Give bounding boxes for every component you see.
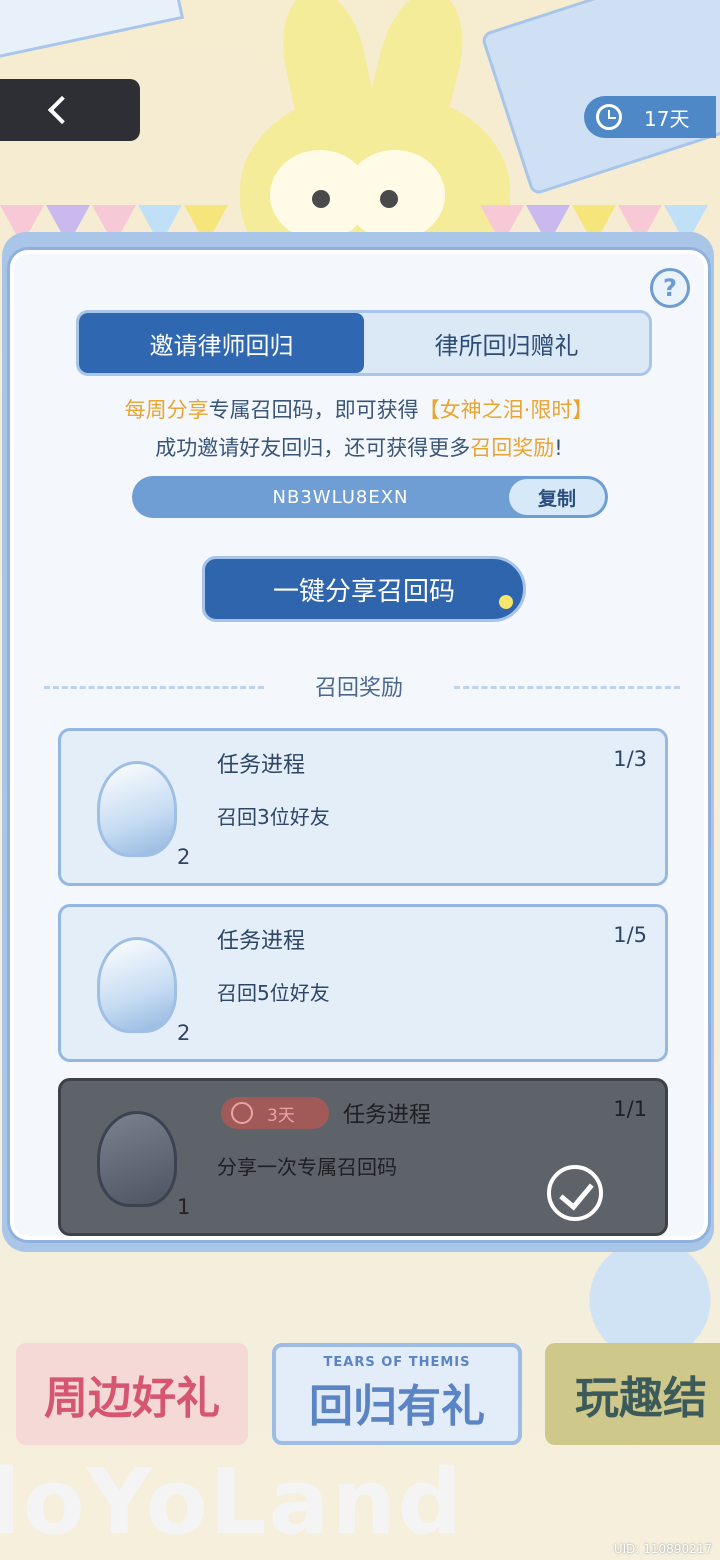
- task-description: 召回3位好友: [217, 805, 330, 829]
- recall-code: NB3WLU8EXN: [272, 486, 409, 508]
- days-remaining-badge: 3天: [221, 1097, 329, 1129]
- uid-label: UID: 110890217: [613, 1542, 712, 1556]
- description-line-2: 成功邀请好友回归，还可获得更多召回奖励!: [14, 432, 704, 462]
- tab-invite-lawyer[interactable]: 邀请律师回归: [79, 313, 364, 373]
- description-line-1: 每周分享专属召回码，即可获得【女神之泪·限时】: [14, 394, 704, 424]
- description-text: 成功邀请好友回归，还可获得更多: [155, 436, 471, 460]
- recall-code-bar: NB3WLU8EXN 复制: [132, 476, 608, 518]
- share-code-button[interactable]: 一键分享召回码: [202, 556, 526, 622]
- task-card-completed: 1 3天 任务进程 1/1 分享一次专属召回码: [58, 1078, 668, 1236]
- clock-icon: [231, 1102, 253, 1124]
- invite-panel: ? 邀请律师回归 律所回归赠礼 每周分享专属召回码，即可获得【女神之泪·限时】 …: [10, 250, 708, 1240]
- decor-dot-icon: [495, 591, 517, 613]
- banner-fun[interactable]: 玩趣结: [545, 1343, 720, 1445]
- divider-right: [454, 686, 680, 689]
- reward-count: 2: [177, 1021, 191, 1045]
- reward-count: 2: [177, 845, 191, 869]
- tear-gem-icon: [97, 1111, 177, 1207]
- back-button[interactable]: [0, 79, 140, 141]
- copy-button[interactable]: 复制: [509, 479, 605, 515]
- description-text: !: [554, 436, 563, 460]
- highlight-reward-name: 【女神之泪·限时】: [418, 398, 594, 422]
- task-progress: 1/1: [613, 1097, 647, 1121]
- tab-firm-return-gift[interactable]: 律所回归赠礼: [364, 313, 649, 373]
- description-text: 专属召回码，即可获得: [208, 398, 419, 422]
- highlight-recall-rewards: 召回奖励: [470, 436, 555, 460]
- clock-icon: [596, 104, 622, 130]
- share-button-label: 一键分享召回码: [272, 576, 455, 607]
- task-description: 召回5位好友: [217, 981, 330, 1005]
- event-timer-badge: 17天: [584, 96, 716, 138]
- task-title: 任务进程: [217, 753, 306, 778]
- banner-sublabel: TEARS OF THEMIS: [323, 1354, 471, 1370]
- task-card: 2 任务进程 1/5 召回5位好友: [58, 904, 668, 1062]
- banner-label: 周边好礼: [44, 1373, 220, 1424]
- check-icon: [547, 1165, 603, 1221]
- banner-return-gifts[interactable]: TEARS OF THEMIS 回归有礼: [272, 1343, 522, 1445]
- reward-count: 1: [177, 1195, 191, 1219]
- task-progress: 1/5: [613, 923, 647, 947]
- days-label: 3天: [267, 1105, 295, 1126]
- tear-gem-icon: [97, 937, 177, 1033]
- banner-label: 回归有礼: [309, 1380, 485, 1432]
- banner-merch-gifts[interactable]: 周边好礼: [16, 1343, 248, 1445]
- highlight-weekly-share: 每周分享: [124, 398, 209, 422]
- task-progress: 1/3: [613, 747, 647, 771]
- banner-label: 玩趣结: [575, 1373, 707, 1424]
- help-button[interactable]: ?: [650, 268, 690, 308]
- task-card: 2 任务进程 1/3 召回3位好友: [58, 728, 668, 886]
- task-title: 任务进程: [217, 929, 306, 954]
- task-title: 任务进程: [343, 1103, 432, 1128]
- task-description: 分享一次专属召回码: [217, 1155, 397, 1179]
- timer-label: 17天: [644, 106, 690, 131]
- background-watermark: loYoLand: [0, 1450, 464, 1555]
- tear-gem-icon: [97, 761, 177, 857]
- tab-bar: 邀请律师回归 律所回归赠礼: [76, 310, 652, 376]
- chevron-left-icon: [47, 95, 77, 125]
